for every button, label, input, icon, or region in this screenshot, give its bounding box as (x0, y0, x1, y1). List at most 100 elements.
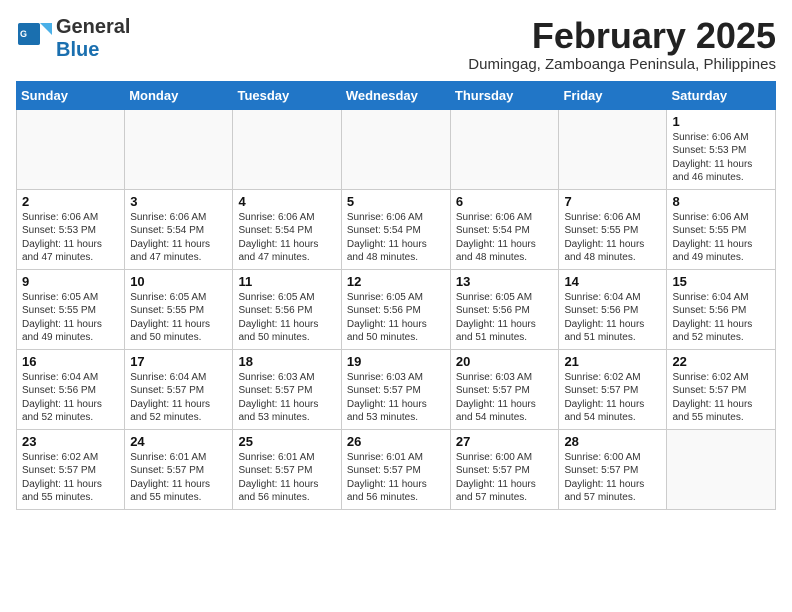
day-number: 11 (238, 274, 335, 289)
day-info: Sunrise: 6:03 AM Sunset: 5:57 PM Dayligh… (238, 371, 335, 425)
calendar-cell: 10Sunrise: 6:05 AM Sunset: 5:55 PM Dayli… (125, 269, 233, 349)
calendar-cell: 17 Sunrise: 6:04 AM Sunset: 5:57 PM Dayli… (125, 349, 233, 429)
day-number: 12 (347, 274, 445, 289)
weekday-header: Thursday (450, 81, 559, 109)
day-number: 25 (238, 434, 335, 449)
calendar-cell: 27 Sunrise: 6:00 AM Sunset: 5:57 PM Dayli… (450, 429, 559, 509)
logo-blue: Blue (56, 39, 99, 61)
day-number: 26 (347, 434, 445, 449)
calendar-cell: 14 Sunrise: 6:04 AM Sunset: 5:56 PM Dayli… (559, 269, 667, 349)
weekday-header: Saturday (667, 81, 776, 109)
calendar-cell: 19 Sunrise: 6:03 AM Sunset: 5:57 PM Dayli… (341, 349, 450, 429)
calendar-cell: 24 Sunrise: 6:01 AM Sunset: 5:57 PM Dayli… (125, 429, 233, 509)
calendar-cell: 5Sunrise: 6:06 AM Sunset: 5:54 PM Daylig… (341, 189, 450, 269)
calendar-cell: 3 Sunrise: 6:06 AM Sunset: 5:54 PM Daylig… (125, 189, 233, 269)
day-info: Sunrise: 6:01 AM Sunset: 5:57 PM Dayligh… (347, 451, 445, 505)
day-number: 1 (672, 114, 770, 129)
day-info: Sunrise: 6:06 AM Sunset: 5:54 PM Dayligh… (130, 211, 227, 265)
calendar-cell: 26 Sunrise: 6:01 AM Sunset: 5:57 PM Dayli… (341, 429, 450, 509)
day-info: Sunrise: 6:01 AM Sunset: 5:57 PM Dayligh… (238, 451, 335, 505)
day-number: 21 (564, 354, 661, 369)
calendar-cell: 7 Sunrise: 6:06 AM Sunset: 5:55 PM Daylig… (559, 189, 667, 269)
day-number: 19 (347, 354, 445, 369)
calendar-cell (450, 109, 559, 189)
day-info: Sunrise: 6:06 AM Sunset: 5:55 PM Dayligh… (564, 211, 661, 265)
day-info: Sunrise: 6:06 AM Sunset: 5:54 PM Dayligh… (456, 211, 554, 265)
calendar-cell: 1 Sunrise: 6:06 AM Sunset: 5:53 PM Daylig… (667, 109, 776, 189)
day-info: Sunrise: 6:06 AM Sunset: 5:53 PM Dayligh… (22, 211, 119, 265)
day-info: Sunrise: 6:05 AM Sunset: 5:55 PM Dayligh… (130, 291, 227, 345)
day-number: 7 (564, 194, 661, 209)
day-info: Sunrise: 6:02 AM Sunset: 5:57 PM Dayligh… (672, 371, 770, 425)
day-number: 27 (456, 434, 554, 449)
calendar-cell: 23 Sunrise: 6:02 AM Sunset: 5:57 PM Dayli… (17, 429, 125, 509)
day-number: 18 (238, 354, 335, 369)
weekday-header: Tuesday (233, 81, 341, 109)
calendar-header-row: SundayMondayTuesdayWednesdayThursdayFrid… (17, 81, 776, 109)
day-info: Sunrise: 6:05 AM Sunset: 5:56 PM Dayligh… (347, 291, 445, 345)
weekday-header: Sunday (17, 81, 125, 109)
day-number: 6 (456, 194, 554, 209)
calendar-cell (125, 109, 233, 189)
day-info: Sunrise: 6:06 AM Sunset: 5:55 PM Dayligh… (672, 211, 770, 265)
day-number: 28 (564, 434, 661, 449)
calendar-cell: 25 Sunrise: 6:01 AM Sunset: 5:57 PM Dayli… (233, 429, 341, 509)
day-number: 15 (672, 274, 770, 289)
day-number: 24 (130, 434, 227, 449)
calendar-table: SundayMondayTuesdayWednesdayThursdayFrid… (16, 81, 776, 510)
day-number: 13 (456, 274, 554, 289)
calendar-week-row: 16 Sunrise: 6:04 AM Sunset: 5:56 PM Dayli… (17, 349, 776, 429)
calendar-cell (341, 109, 450, 189)
calendar-cell: 13Sunrise: 6:05 AM Sunset: 5:56 PM Dayli… (450, 269, 559, 349)
day-info: Sunrise: 6:06 AM Sunset: 5:53 PM Dayligh… (672, 131, 770, 185)
calendar-week-row: 2 Sunrise: 6:06 AM Sunset: 5:53 PM Daylig… (17, 189, 776, 269)
calendar-week-row: 1 Sunrise: 6:06 AM Sunset: 5:53 PM Daylig… (17, 109, 776, 189)
day-info: Sunrise: 6:06 AM Sunset: 5:54 PM Dayligh… (347, 211, 445, 265)
month-title: February 2025 (468, 16, 776, 56)
day-number: 16 (22, 354, 119, 369)
day-info: Sunrise: 6:02 AM Sunset: 5:57 PM Dayligh… (564, 371, 661, 425)
day-info: Sunrise: 6:05 AM Sunset: 5:56 PM Dayligh… (238, 291, 335, 345)
calendar-cell (17, 109, 125, 189)
calendar-week-row: 9 Sunrise: 6:05 AM Sunset: 5:55 PM Daylig… (17, 269, 776, 349)
day-info: Sunrise: 6:04 AM Sunset: 5:56 PM Dayligh… (22, 371, 119, 425)
calendar-cell: 18 Sunrise: 6:03 AM Sunset: 5:57 PM Dayli… (233, 349, 341, 429)
day-info: Sunrise: 6:01 AM Sunset: 5:57 PM Dayligh… (130, 451, 227, 505)
day-info: Sunrise: 6:04 AM Sunset: 5:57 PM Dayligh… (130, 371, 227, 425)
day-info: Sunrise: 6:02 AM Sunset: 5:57 PM Dayligh… (22, 451, 119, 505)
day-info: Sunrise: 6:00 AM Sunset: 5:57 PM Dayligh… (456, 451, 554, 505)
day-number: 3 (130, 194, 227, 209)
logo-icon: G (16, 21, 52, 57)
calendar-cell: 11 Sunrise: 6:05 AM Sunset: 5:56 PM Dayli… (233, 269, 341, 349)
day-number: 20 (456, 354, 554, 369)
calendar-cell (559, 109, 667, 189)
page-header: G General Blue February 2025 Dumingag, Z… (16, 16, 776, 73)
day-info: Sunrise: 6:06 AM Sunset: 5:54 PM Dayligh… (238, 211, 335, 265)
day-number: 23 (22, 434, 119, 449)
calendar-cell: 21 Sunrise: 6:02 AM Sunset: 5:57 PM Dayli… (559, 349, 667, 429)
day-number: 8 (672, 194, 770, 209)
calendar-cell: 16 Sunrise: 6:04 AM Sunset: 5:56 PM Dayli… (17, 349, 125, 429)
location-title: Dumingag, Zamboanga Peninsula, Philippin… (468, 56, 776, 73)
day-number: 17 (130, 354, 227, 369)
weekday-header: Friday (559, 81, 667, 109)
day-info: Sunrise: 6:00 AM Sunset: 5:57 PM Dayligh… (564, 451, 661, 505)
calendar-cell: 12 Sunrise: 6:05 AM Sunset: 5:56 PM Dayli… (341, 269, 450, 349)
day-number: 14 (564, 274, 661, 289)
title-area: February 2025 Dumingag, Zamboanga Penins… (468, 16, 776, 73)
day-info: Sunrise: 6:04 AM Sunset: 5:56 PM Dayligh… (564, 291, 661, 345)
day-info: Sunrise: 6:03 AM Sunset: 5:57 PM Dayligh… (347, 371, 445, 425)
calendar-cell: 4 Sunrise: 6:06 AM Sunset: 5:54 PM Daylig… (233, 189, 341, 269)
day-info: Sunrise: 6:04 AM Sunset: 5:56 PM Dayligh… (672, 291, 770, 345)
calendar-cell: 15 Sunrise: 6:04 AM Sunset: 5:56 PM Dayli… (667, 269, 776, 349)
logo-general: General (56, 16, 130, 38)
day-number: 2 (22, 194, 119, 209)
calendar-cell: 22Sunrise: 6:02 AM Sunset: 5:57 PM Dayli… (667, 349, 776, 429)
calendar-cell: 2 Sunrise: 6:06 AM Sunset: 5:53 PM Daylig… (17, 189, 125, 269)
calendar-cell (667, 429, 776, 509)
day-number: 4 (238, 194, 335, 209)
calendar-cell: 20Sunrise: 6:03 AM Sunset: 5:57 PM Dayli… (450, 349, 559, 429)
day-number: 9 (22, 274, 119, 289)
logo: G General Blue (16, 16, 130, 62)
calendar-cell (233, 109, 341, 189)
